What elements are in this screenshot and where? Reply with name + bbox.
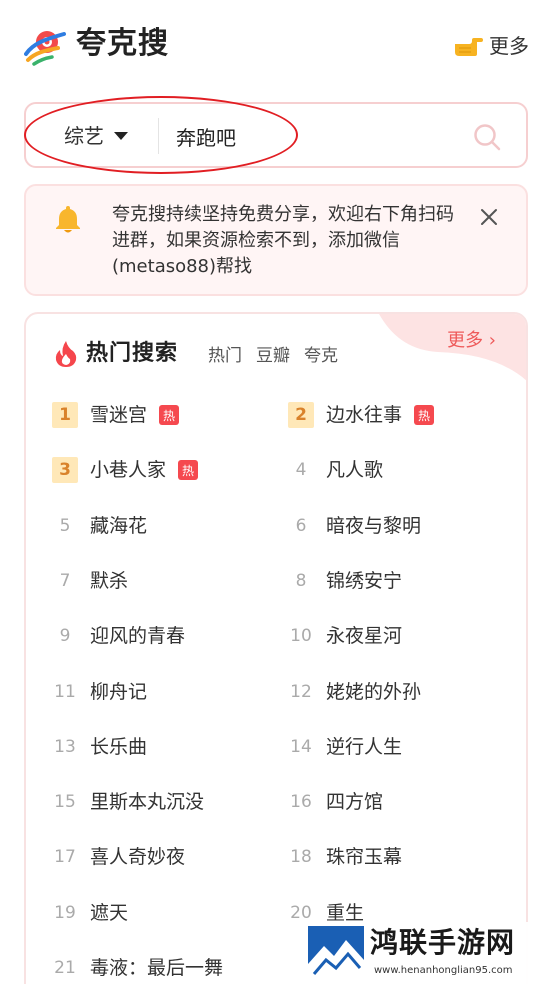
hot-list-item[interactable]: 21 毒液：最后一舞: [52, 953, 223, 983]
hot-list-item[interactable]: 16 四方馆: [288, 787, 383, 817]
header-more-label: 更多: [489, 34, 529, 58]
hot-rank: 3: [52, 457, 78, 484]
app-header: 夸克搜 更多: [0, 0, 553, 92]
close-icon[interactable]: [478, 206, 500, 228]
hot-list-item[interactable]: 14 逆行人生: [288, 732, 402, 762]
hot-title: 热门搜索: [86, 341, 179, 366]
watermark-logo: [308, 926, 364, 978]
hot-badge: 热: [414, 405, 435, 425]
bell-icon: [56, 206, 80, 233]
hot-rank: 13: [54, 736, 76, 757]
hot-item-title: 暗夜与黎明: [326, 514, 422, 537]
hot-rank: 11: [54, 681, 76, 702]
hot-rank: 8: [295, 570, 307, 591]
hot-badge: 热: [178, 460, 199, 481]
hot-item-title: 柳舟记: [90, 680, 148, 703]
tab-quark[interactable]: 夸克: [304, 344, 338, 368]
hot-item-title: 默杀: [90, 569, 129, 592]
tab-hot[interactable]: 热门: [208, 344, 242, 368]
hot-list-item[interactable]: 1 雪迷宫热: [52, 400, 180, 430]
hot-item-title: 小巷人家: [90, 459, 167, 482]
hot-rank: 17: [54, 847, 76, 868]
hot-rank: 4: [295, 460, 307, 481]
hot-item-title: 珠帘玉幕: [326, 846, 403, 869]
hot-rank: 9: [59, 626, 71, 647]
hot-search-panel: 更多 › 热门搜索 热门 豆瓣 夸克 1 雪迷宫热 2 边水往事热 3 小巷人家热 4 凡人歌…: [24, 312, 528, 984]
watermark-url: www.henanhonglian95.com: [374, 965, 513, 976]
hot-list-item[interactable]: 19 遮天: [52, 898, 128, 928]
hot-item-title: 里斯本丸沉没: [90, 791, 205, 814]
hot-item-title: 迎风的青春: [90, 625, 186, 648]
hot-item-title: 长乐曲: [90, 735, 148, 758]
hot-rank: 5: [59, 515, 71, 536]
pointing-hand-icon: [455, 38, 483, 56]
hot-item-title: 锦绣安宁: [326, 569, 403, 592]
hot-list-item[interactable]: 9 迎风的青春: [52, 621, 185, 651]
hot-list-item[interactable]: 3 小巷人家热: [52, 455, 199, 485]
caret-down-icon: [114, 132, 128, 140]
hot-item-title: 四方馆: [326, 791, 384, 814]
hot-item-title: 遮天: [90, 901, 129, 924]
hot-badge: 热: [159, 405, 180, 425]
hot-list-item[interactable]: 17 喜人奇妙夜: [52, 842, 185, 872]
watermark: 鸿联手游网 www.henanhonglian95.com: [306, 922, 553, 984]
flame-icon: [55, 341, 77, 367]
hot-item-title: 逆行人生: [326, 735, 403, 758]
hot-rank: 2: [288, 402, 314, 428]
hot-rank: 14: [290, 736, 312, 757]
hot-rank: 7: [59, 570, 71, 591]
hot-rank: 15: [54, 792, 76, 813]
header-more-button[interactable]: 更多: [453, 30, 529, 62]
hot-rank: 21: [54, 958, 76, 978]
hot-rank: 6: [295, 515, 307, 536]
search-icon[interactable]: [472, 122, 502, 152]
hot-list-item[interactable]: 13 长乐曲: [52, 732, 147, 762]
hot-list-item[interactable]: 15 里斯本丸沉没: [52, 787, 204, 817]
hot-item-title: 姥姥的外孙: [326, 680, 422, 703]
app-title: 夸克搜: [76, 26, 169, 61]
hot-list-item[interactable]: 4 凡人歌: [288, 455, 383, 485]
hot-list-item[interactable]: 7 默杀: [52, 566, 128, 596]
hot-rank: 10: [290, 626, 312, 647]
hot-rank: 18: [290, 847, 312, 868]
hot-list-item[interactable]: 18 珠帘玉幕: [288, 842, 402, 872]
category-label: 综艺: [64, 124, 104, 148]
hot-list-item[interactable]: 11 柳舟记: [52, 677, 147, 707]
hot-more-button[interactable]: 更多 ›: [447, 328, 496, 354]
hot-item-title: 永夜星河: [326, 625, 403, 648]
notice-text: 夸克搜持续坚持免费分享，欢迎右下角扫码进群，如果资源检索不到，添加微信(meta…: [112, 204, 454, 277]
hot-list-item[interactable]: 5 藏海花: [52, 511, 147, 541]
hot-item-title: 藏海花: [90, 514, 148, 537]
category-dropdown[interactable]: 综艺: [64, 122, 128, 150]
search-input[interactable]: [176, 120, 456, 152]
hot-list-item[interactable]: 8 锦绣安宁: [288, 566, 402, 596]
hot-list-item[interactable]: 12 姥姥的外孙: [288, 677, 421, 707]
notice-banner: 夸克搜持续坚持免费分享，欢迎右下角扫码进群，如果资源检索不到，添加微信(meta…: [24, 184, 528, 296]
hot-item-title: 雪迷宫: [90, 404, 148, 426]
hot-item-title: 毒液：最后一舞: [90, 957, 224, 979]
hot-list-item[interactable]: 6 暗夜与黎明: [288, 511, 421, 541]
search-box: 综艺: [24, 102, 528, 168]
hot-item-title: 凡人歌: [326, 459, 384, 482]
watermark-text: 鸿联手游网: [370, 926, 516, 959]
hot-rank: 1: [52, 402, 78, 428]
hot-rank: 12: [290, 681, 312, 702]
quark-planet-logo-icon[interactable]: [24, 24, 66, 66]
search-divider: [158, 118, 159, 154]
hot-list-item[interactable]: 10 永夜星河: [288, 621, 402, 651]
hot-rank: 16: [290, 792, 312, 813]
hot-list-item[interactable]: 2 边水往事热: [288, 400, 435, 430]
tab-douban[interactable]: 豆瓣: [256, 344, 290, 368]
hot-item-title: 喜人奇妙夜: [90, 846, 186, 869]
hot-tabs: 热门 豆瓣 夸克: [208, 344, 352, 368]
hot-rank: 19: [54, 902, 76, 923]
hot-item-title: 边水往事: [326, 404, 403, 426]
